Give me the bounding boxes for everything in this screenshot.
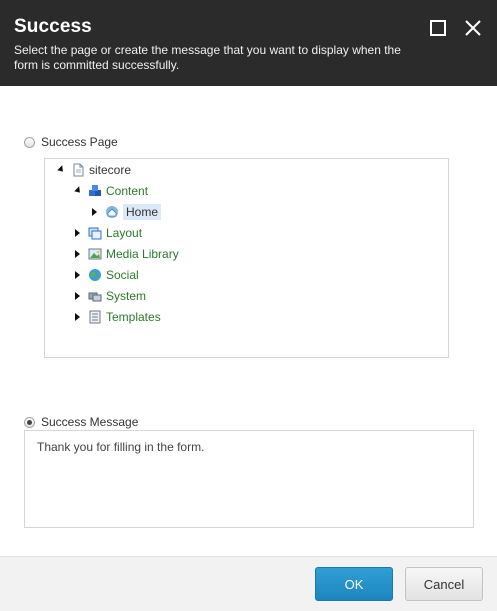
success-page-label: Success Page <box>41 135 118 149</box>
dialog-footer: OK Cancel <box>0 556 497 611</box>
tree-label-home: Home <box>123 204 162 220</box>
maximize-button[interactable] <box>428 18 448 38</box>
tree-label-layout: Layout <box>106 226 143 240</box>
ok-button[interactable]: OK <box>315 567 393 601</box>
expand-arrow-icon[interactable] <box>75 229 80 237</box>
tree-label-templates: Templates <box>106 310 161 324</box>
tree-node-sitecore[interactable]: sitecore <box>55 161 131 179</box>
close-icon <box>465 20 481 36</box>
success-page-option[interactable]: Success Page <box>24 135 118 149</box>
tree-label-sitecore: sitecore <box>89 163 132 177</box>
dialog-subtitle: Select the page or create the message th… <box>14 43 401 72</box>
image-icon <box>88 247 102 261</box>
tree-node-templates[interactable]: Templates <box>72 308 161 326</box>
tree-label-social: Social <box>106 268 139 282</box>
expand-arrow-icon[interactable] <box>75 313 80 321</box>
expand-arrow-icon[interactable] <box>92 208 97 216</box>
content-icon <box>88 184 102 198</box>
system-icon <box>88 289 102 303</box>
globe-icon <box>88 268 102 282</box>
collapse-arrow-icon[interactable] <box>57 165 66 174</box>
tree-label-content: Content <box>106 184 149 198</box>
collapse-arrow-icon[interactable] <box>74 186 83 195</box>
success-message-radio[interactable] <box>24 416 35 428</box>
close-button[interactable] <box>463 18 483 38</box>
tree-node-system[interactable]: System <box>72 287 146 305</box>
success-message-option[interactable]: Success Message <box>24 415 138 429</box>
dialog-title: Success <box>14 16 92 37</box>
tree-node-layout[interactable]: Layout <box>72 224 142 242</box>
tree-label-media-library: Media Library <box>106 247 179 261</box>
expand-arrow-icon[interactable] <box>75 271 80 279</box>
success-message-label: Success Message <box>41 415 139 429</box>
expand-arrow-icon[interactable] <box>75 292 80 300</box>
document-icon <box>71 163 85 177</box>
success-page-radio[interactable] <box>24 136 35 148</box>
tree-label-system: System <box>106 289 147 303</box>
dialog-header: Success Select the page or create the me… <box>0 0 497 86</box>
home-icon <box>105 205 119 219</box>
layout-icon <box>88 226 102 240</box>
cancel-button[interactable]: Cancel <box>405 567 483 601</box>
tree-node-home[interactable]: Home <box>89 203 162 221</box>
expand-arrow-icon[interactable] <box>75 250 80 258</box>
tree-node-social[interactable]: Social <box>72 266 139 284</box>
tree-node-media-library[interactable]: Media Library <box>72 245 179 263</box>
maximize-icon <box>430 20 446 36</box>
template-icon <box>88 310 102 324</box>
success-message-textarea[interactable]: Thank you for filling in the form. <box>24 430 474 528</box>
tree-node-content[interactable]: Content <box>72 182 148 200</box>
content-tree[interactable]: sitecore Content Home Layout Media Libra… <box>44 158 449 358</box>
